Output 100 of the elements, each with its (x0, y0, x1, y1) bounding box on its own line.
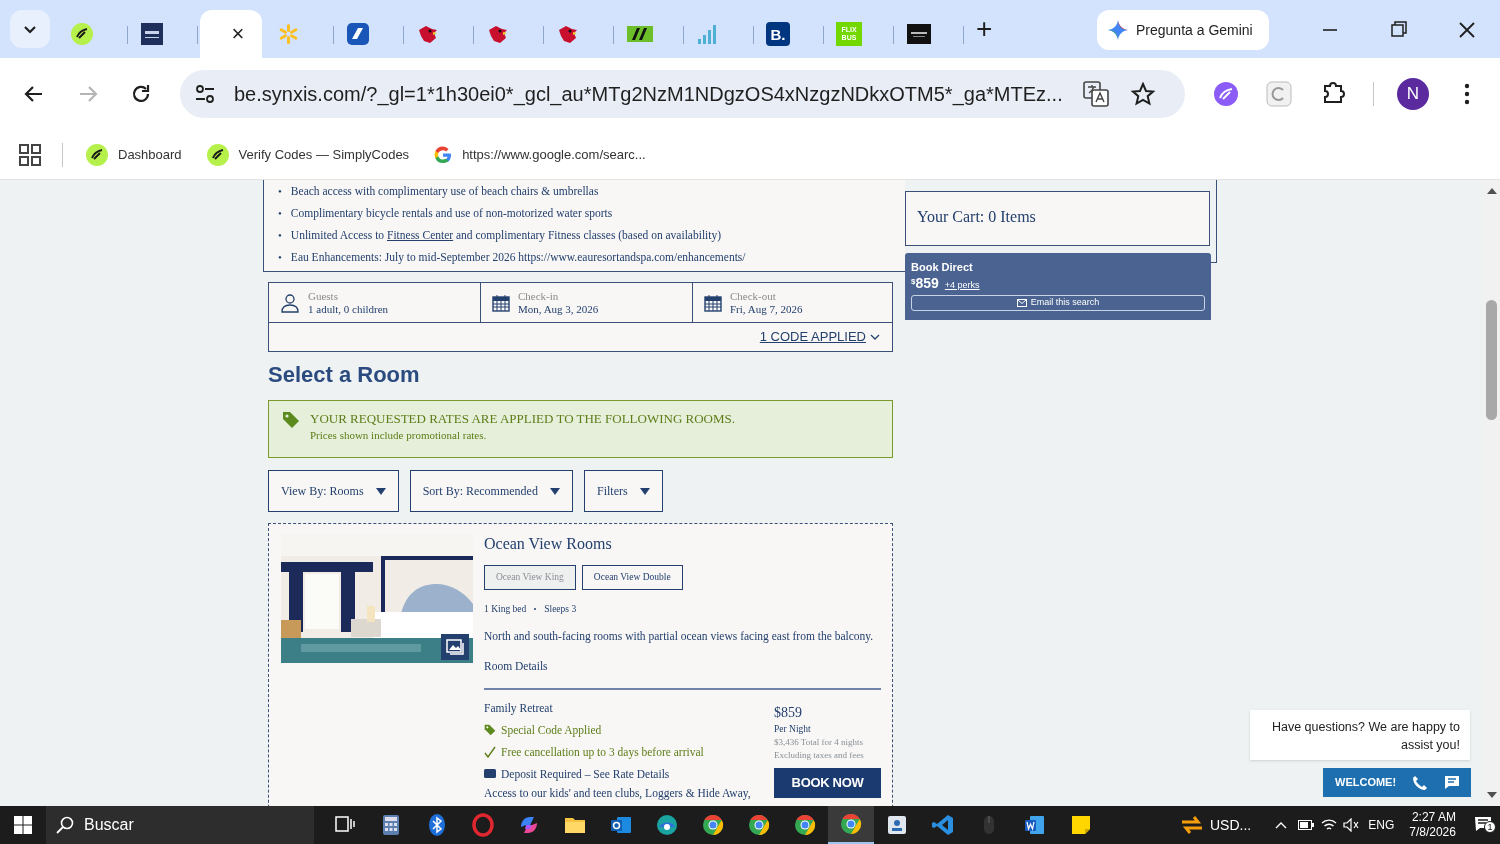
person-icon (280, 292, 300, 313)
dropdown-button[interactable]: View By: Rooms (268, 470, 399, 512)
chrome-icon (839, 812, 863, 836)
chevron-down-icon (870, 332, 880, 342)
benefit-text: Beach access with complimentary use of beach chairs & umbrellas (290, 184, 599, 199)
field-value: Mon, Aug 3, 2026 (518, 302, 599, 316)
rate-price: $859 (774, 703, 803, 722)
list-bullet: • (278, 184, 282, 199)
input-language[interactable]: ENG (1368, 816, 1395, 834)
close-icon[interactable] (1458, 21, 1476, 39)
wifi-icon[interactable] (1321, 818, 1338, 832)
id-card-icon (885, 813, 909, 837)
notification-button[interactable]: 1 (1473, 815, 1496, 835)
chrome-icon (793, 813, 817, 837)
taskbar-app[interactable] (828, 806, 874, 844)
perks-link[interactable]: +4 perks (944, 278, 980, 292)
windows-start-icon[interactable] (14, 816, 32, 834)
url-text[interactable]: be.synxis.com/?_gl=1*1h30ei0*_gcl_au*MTg2NzM1NDgzOS4xNzgzNDkxOTM5*_ga*MTEz... (234, 79, 1063, 109)
more-menu-icon[interactable] (1464, 83, 1470, 105)
caret-down-icon (639, 487, 650, 495)
rate-feature: Special Code Applied (501, 722, 602, 738)
rate-feature: Deposit Required – See Rate Details (501, 766, 670, 782)
bookmark-link[interactable]: https://www.google.com/searc... (462, 144, 646, 165)
star-icon[interactable] (1130, 82, 1155, 106)
pen-logo-icon (205, 142, 230, 167)
apps-grid-icon[interactable] (18, 142, 42, 167)
address-bar[interactable]: be.synxis.com/?_gl=1*1h30ei0*_gcl_au*MTg2NzM1NDgzOS4xNzgzNDkxOTM5*_ga*MTEz... (180, 70, 1185, 118)
tag-icon (484, 723, 496, 736)
alert-text: Prices shown include promotional rates. (310, 428, 488, 443)
book-direct-title: Book Direct (911, 260, 974, 274)
calendar-icon (492, 293, 510, 312)
bookmark-link[interactable]: Verify Codes — SimplyCodes (238, 144, 410, 165)
c-extension-icon[interactable] (1266, 81, 1292, 107)
bookmark-link[interactable]: Dashboard (118, 144, 182, 165)
field-label: Guests (308, 289, 339, 303)
tray-currency[interactable]: USD... (1210, 814, 1252, 836)
list-bullet: • (278, 228, 282, 243)
pen-logo-icon (70, 22, 94, 46)
browser-tab[interactable]: B. (754, 10, 824, 58)
translate-icon[interactable] (1082, 81, 1109, 107)
sparkle-icon (1108, 20, 1128, 40)
room-spec: Sleeps 3 (544, 603, 577, 616)
dropdown-button[interactable]: Sort By: Recommended (409, 470, 573, 512)
taskbar-search-field[interactable]: Buscar (46, 806, 314, 844)
wing-logo-icon (346, 22, 370, 46)
email-search-button[interactable]: Email this search (911, 295, 1205, 311)
room-details-link[interactable]: Room Details (484, 657, 548, 675)
rate-feature: Free cancellation up to 3 days before arrival (501, 744, 704, 760)
new-tab-button[interactable]: + (976, 15, 993, 43)
restore-icon[interactable] (1391, 21, 1407, 37)
room-type-tab[interactable]: Ocean View Double (581, 565, 683, 590)
google-g-icon (433, 144, 454, 165)
list-bullet: • (278, 206, 282, 221)
gallery-button[interactable] (441, 634, 469, 660)
fitness-center-link[interactable]: Fitness Center (387, 229, 454, 241)
scroll-up-icon[interactable] (1487, 188, 1497, 194)
gemini-button[interactable]: Pregunta a Gemini (1097, 10, 1269, 50)
clock[interactable]: 2:27 AM 7/8/2026 (1409, 810, 1456, 840)
room-description: North and south-facing rooms with partial ocean views facing east from the balcony. (484, 629, 875, 645)
direct-price: $^{$}$859 (911, 274, 939, 292)
gallery-icon (446, 639, 464, 655)
benefit-text: Eau Enhancements: July to mid-September 2026 https://www.eauresortandspa.com/enhancements/ (290, 250, 746, 265)
tune-icon[interactable] (194, 83, 216, 105)
caret-down-icon (549, 487, 560, 495)
benefit-text: Complimentary bicycle rentals and use of non-motorized water sports (290, 206, 613, 221)
pen-extension-icon[interactable] (1213, 81, 1239, 107)
codes-applied-link[interactable]: 1 CODE APPLIED (759, 327, 880, 347)
tab-search-button[interactable] (10, 10, 50, 48)
chat-welcome-button[interactable]: WELCOME! (1323, 768, 1471, 797)
browser-tab[interactable]: × (200, 10, 262, 58)
chevron-up-icon[interactable] (1275, 821, 1288, 829)
tab-close-button[interactable]: × (231, 23, 245, 45)
battery-icon[interactable] (1298, 820, 1315, 830)
total-price: $3,436 Total for 4 nights (774, 735, 864, 749)
per-night-label: Per Night (774, 722, 812, 736)
book-now-button[interactable]: BOOK NOW (774, 767, 881, 798)
dropdown-button[interactable]: Filters (583, 470, 663, 512)
envelope-icon (1016, 299, 1027, 307)
dark-logo-icon (906, 22, 932, 46)
chat-bubble-icon (1444, 775, 1461, 790)
alert-title: YOUR REQUESTED RATES ARE APPLIED TO THE FOLLOWING ROOMS. (310, 411, 736, 427)
card-icon (484, 769, 496, 779)
room-spec: 1 King bed (484, 603, 527, 616)
square-logo-icon (140, 22, 164, 46)
check-icon (484, 745, 496, 758)
benefit-text: Unlimited Access to Fitness Center and complimentary Fitness classes (based on availability) (290, 228, 722, 243)
scroll-down-icon[interactable] (1487, 792, 1497, 798)
currency-exchange-icon[interactable] (1180, 814, 1204, 836)
profile-avatar[interactable]: N (1397, 78, 1429, 110)
caret-down-icon (375, 487, 386, 495)
tax-note: Excluding taxes and fees (774, 748, 865, 762)
code-editor-icon (931, 813, 955, 837)
cart-title: Your Cart: 0 Items (917, 208, 1036, 225)
field-label: Check-in (518, 289, 560, 303)
scroll-thumb[interactable] (1486, 300, 1497, 420)
calendar-icon (704, 293, 722, 312)
rate-description: Access to our kids' and teen clubs, Loggers & Hide Away, (484, 785, 752, 801)
phone-icon (1412, 774, 1429, 791)
field-label: Check-out (730, 289, 777, 303)
muted-speaker-icon[interactable] (1343, 818, 1360, 832)
